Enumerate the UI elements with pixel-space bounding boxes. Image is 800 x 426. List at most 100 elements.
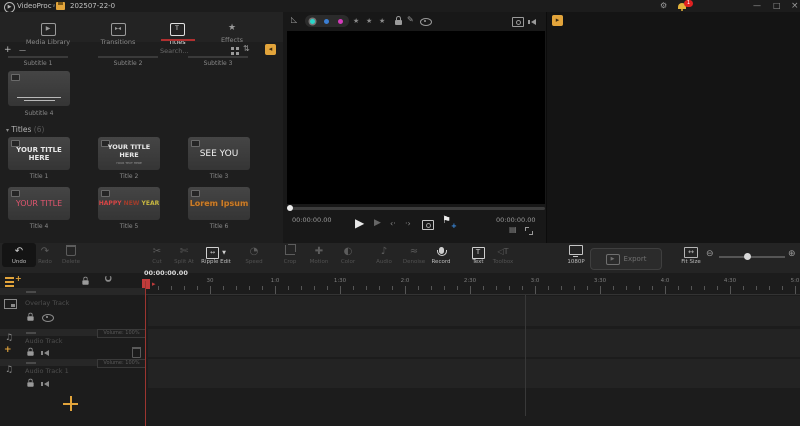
audio-track-volume[interactable]: Volume: 100%	[97, 329, 146, 338]
audio-track-lane[interactable]	[148, 329, 800, 357]
magenta-dot-icon[interactable]	[338, 19, 343, 24]
collapse-left-panel-icon[interactable]: ◂	[265, 44, 276, 55]
resolution-button[interactable]: 1080P	[559, 245, 593, 265]
cyan-dot-icon[interactable]	[310, 19, 315, 24]
preview-current-time: 00:00:00.00	[292, 216, 332, 224]
ruler-tick	[769, 286, 770, 290]
snapshot-camera-icon[interactable]	[512, 17, 524, 27]
visibility-eye-icon[interactable]	[420, 18, 432, 26]
grid-view-icon[interactable]	[231, 47, 234, 50]
play-button[interactable]: ▶	[355, 216, 364, 230]
fit-size-button[interactable]: ↔ Fit Size	[674, 245, 708, 265]
timeline-zoom-handle[interactable]	[744, 253, 751, 260]
title-5-preview-text: HAPPY	[98, 200, 122, 207]
title-6-thumb[interactable]: Lorem Ipsum	[188, 187, 250, 220]
ruler-tick	[613, 286, 614, 290]
audio-button[interactable]: ♪ Audio	[367, 245, 401, 265]
fullscreen-icon[interactable]	[525, 227, 533, 235]
tab-titles[interactable]: T Titles	[147, 15, 207, 46]
audio-track-speaker-icon[interactable]	[41, 350, 49, 356]
audio-track-1-lane[interactable]	[148, 359, 800, 388]
tab-effects[interactable]: ★ Effects	[202, 15, 262, 44]
overlay-track-name[interactable]: Overlay Track	[25, 299, 69, 307]
overlay-track-lane[interactable]	[148, 296, 800, 326]
color-button[interactable]: ◐ Color	[331, 245, 365, 265]
brush-icon[interactable]: ✎	[407, 14, 414, 26]
audio-track-1-name[interactable]: Audio Track 1	[25, 367, 69, 375]
app-name[interactable]: VideoProc	[17, 0, 52, 12]
add-media-button[interactable]: +	[4, 43, 12, 57]
title-3-thumb[interactable]: SEE YOU	[188, 137, 250, 170]
tab-transitions[interactable]: ▸◂ Transitions	[88, 15, 148, 46]
titlebar: ▶ VideoProc ∨ 202507-22-0 ⚙ 1 — □ ×	[0, 0, 800, 13]
mute-speaker-icon[interactable]	[528, 19, 536, 25]
gutter-add-icon[interactable]: +	[4, 345, 12, 355]
playhead-line[interactable]	[145, 281, 146, 426]
audio-track-delete-icon[interactable]	[132, 347, 141, 358]
ruler-tick	[314, 286, 315, 290]
overlay-visibility-icon[interactable]	[42, 314, 54, 322]
close-button[interactable]: ×	[791, 0, 799, 12]
subtitle-2-thumb[interactable]	[98, 56, 158, 58]
subtitle-1-thumb[interactable]	[8, 56, 68, 58]
delete-button[interactable]: Delete	[54, 245, 88, 265]
overlay-lock-icon[interactable]	[27, 312, 34, 321]
title-4-thumb[interactable]: YOUR TITLE	[8, 187, 70, 220]
audio-track-name[interactable]: Audio Track	[25, 337, 63, 345]
ruler-tick	[366, 286, 367, 290]
settings-gear-icon[interactable]: ⚙	[660, 0, 667, 12]
timeline-zoom-slider[interactable]	[719, 256, 785, 258]
preview-seekbar[interactable]	[287, 207, 545, 210]
title-5-thumb[interactable]: HAPPY NEW YEAR	[98, 187, 160, 220]
keyframe-next-icon[interactable]: ★	[379, 15, 385, 27]
title-1-label: Title 1	[29, 173, 49, 180]
grid-overlay-icon[interactable]: ▤	[509, 225, 517, 234]
title-2-thumb[interactable]: YOUR TITLE HERE YOUR TEXT HERE	[98, 137, 160, 170]
track-drag-handle[interactable]	[26, 332, 36, 334]
video-preview[interactable]	[287, 31, 545, 204]
snapshot-button[interactable]	[422, 220, 434, 230]
add-clip-cursor-icon[interactable]	[63, 396, 78, 411]
export-button[interactable]: ▶ Export	[590, 248, 662, 270]
audio-track-1-speaker-icon[interactable]	[41, 381, 49, 387]
audio-track-1-lock-icon[interactable]	[27, 378, 34, 387]
previous-frame-button[interactable]: ‹·	[390, 219, 396, 228]
next-frame-button[interactable]: ·›	[405, 219, 411, 228]
keyframe-prev-icon[interactable]: ★	[353, 15, 359, 27]
scale-ruler-icon[interactable]: ◺	[291, 14, 297, 26]
title-1-thumb[interactable]: YOUR TITLE HERE	[8, 137, 70, 170]
toolbox-button[interactable]: ◁T Toolbox	[486, 245, 520, 265]
collapse-right-panel-icon[interactable]: ▸	[552, 15, 563, 26]
preview-seek-handle[interactable]	[287, 205, 293, 211]
minimize-button[interactable]: —	[753, 0, 761, 12]
library-tabbar: ▶ Media Library ▸◂ Transitions T Titles …	[0, 12, 283, 46]
record-button[interactable]: Record	[424, 245, 458, 265]
title-2-label: Title 2	[119, 173, 139, 180]
audio-track-lock-icon[interactable]	[27, 347, 34, 356]
ruler-label: 1:30	[333, 278, 347, 284]
keyframe-add-icon[interactable]: ★	[366, 15, 372, 27]
collapsed-track-strip[interactable]	[0, 288, 146, 295]
section-collapse-caret-icon[interactable]: ▾	[6, 127, 9, 134]
speed-button[interactable]: ◔ Speed	[237, 245, 271, 265]
blue-dot-icon[interactable]	[324, 19, 329, 24]
remove-media-button[interactable]: —	[19, 43, 26, 57]
sort-icon[interactable]: ⇅	[243, 44, 250, 53]
tab-media-library[interactable]: ▶ Media Library	[18, 15, 78, 46]
subtitle-3-thumb[interactable]	[188, 56, 248, 58]
save-project-icon[interactable]	[56, 2, 65, 10]
add-marker-button[interactable]: ⚑	[442, 215, 451, 226]
zoom-out-icon[interactable]: ⊖	[706, 249, 714, 259]
track-drag-handle[interactable]	[26, 291, 36, 293]
subtitle-4-thumb[interactable]	[8, 71, 70, 106]
ruler-tick	[600, 286, 601, 294]
media-library-icon: ▶	[40, 23, 56, 36]
lock-preview-icon[interactable]	[395, 16, 402, 25]
audio-track-1-volume[interactable]: Volume: 100%	[97, 359, 146, 368]
zoom-in-icon[interactable]: ⊕	[788, 249, 796, 259]
loop-play-button[interactable]: ▶	[374, 218, 381, 228]
ripple-edit-button[interactable]: ↔ ▼ Ripple Edit	[196, 245, 236, 265]
track-drag-handle[interactable]	[26, 362, 36, 364]
maximize-button[interactable]: □	[773, 0, 781, 12]
ruler-tick	[236, 286, 237, 290]
